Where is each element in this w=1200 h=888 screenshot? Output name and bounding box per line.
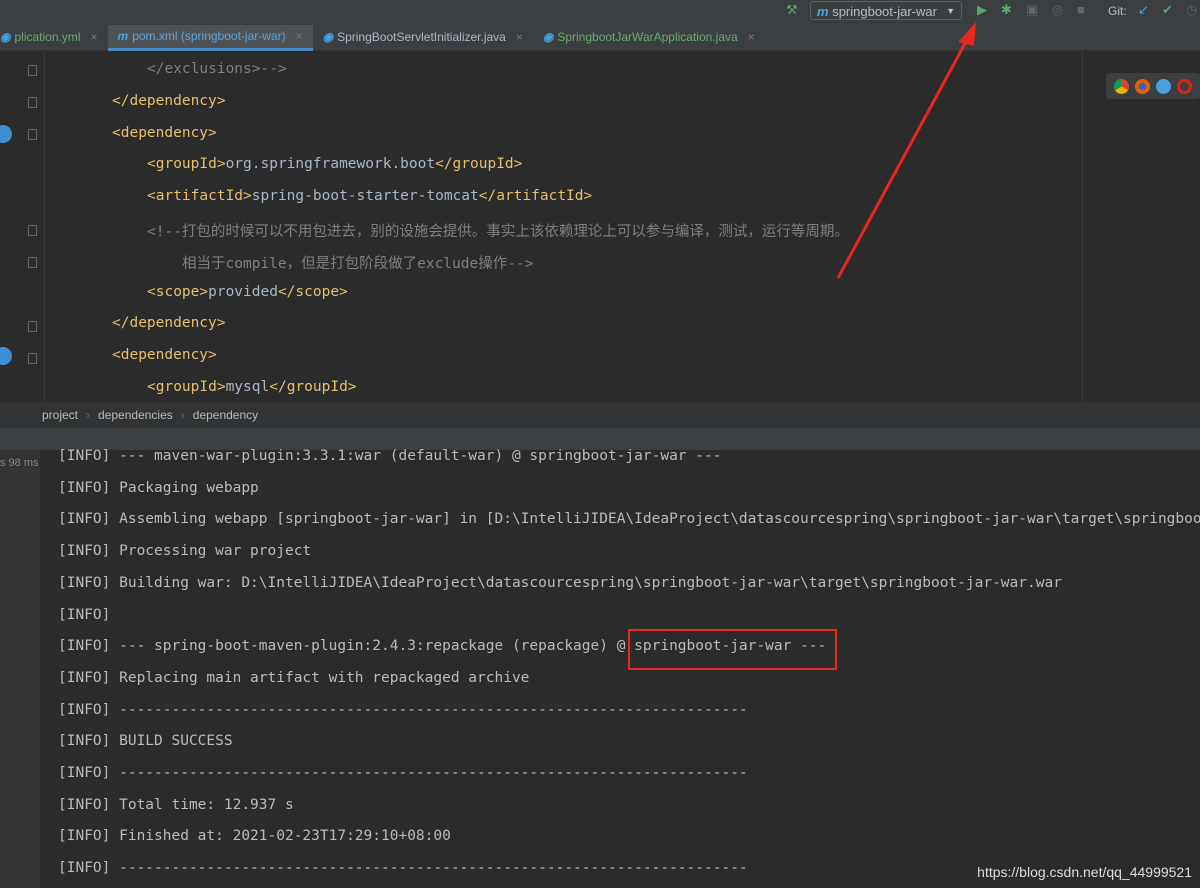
annotation-arrow — [836, 22, 976, 279]
watermark: https://blog.csdn.net/qq_44999521 — [977, 864, 1192, 880]
